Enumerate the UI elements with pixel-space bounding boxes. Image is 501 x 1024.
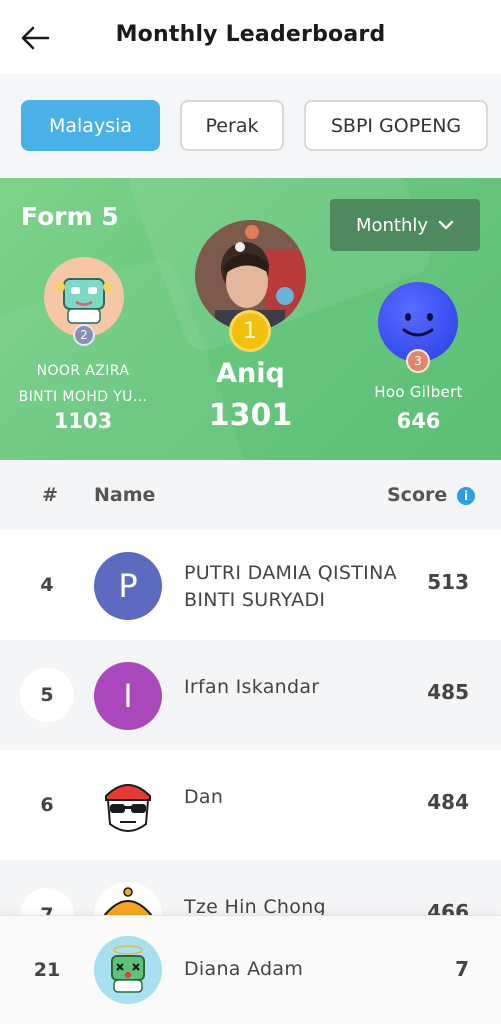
second-place-name: NOOR AZIRA BINTI MOHD YU...	[0, 358, 166, 410]
current-user-rank: 21	[33, 959, 61, 981]
first-place-name: Aniq	[216, 358, 285, 389]
filter-chip-school[interactable]: SBPI GOPENG	[304, 100, 488, 151]
rank-badge-second: 2	[73, 324, 95, 346]
second-place-name-line2: BINTI MOHD YU...	[18, 389, 148, 405]
third-place-name: Hoo Gilbert	[374, 383, 463, 401]
current-user-score: 7	[455, 957, 469, 981]
app-header: Monthly Leaderboard	[0, 0, 501, 74]
table-row[interactable]: 5 I Irfan Iskandar 485	[0, 640, 501, 750]
row-name: Dan	[184, 786, 224, 808]
row-score: 485	[427, 680, 469, 704]
cool-face-avatar-icon	[105, 784, 151, 832]
current-user-row[interactable]: 21 Diana Adam 7	[0, 915, 501, 1024]
column-header-name: Name	[94, 484, 156, 506]
form-label: Form 5	[21, 202, 119, 231]
row-score: 484	[427, 790, 469, 814]
filter-chip-malaysia[interactable]: Malaysia	[21, 100, 160, 151]
second-place-score: 1103	[53, 409, 113, 433]
table-row[interactable]: 6 Dan 484	[0, 750, 501, 860]
dizzy-robot-avatar-icon	[111, 945, 145, 993]
period-dropdown[interactable]: Monthly	[330, 199, 480, 251]
current-user-avatar	[94, 936, 162, 1004]
avatar	[94, 772, 162, 840]
score-info-icon[interactable]: i	[457, 487, 475, 505]
row-name: PUTRI DAMIA QISTINA BINTI SURYADI	[184, 562, 397, 611]
table-header: # Name Score	[0, 460, 501, 530]
filter-chip-perak[interactable]: Perak	[180, 100, 284, 151]
column-header-rank: #	[42, 484, 58, 506]
row-name: Irfan Iskandar	[184, 676, 320, 698]
current-user-name: Diana Adam	[184, 958, 304, 980]
rank-badge-third: 3	[406, 349, 430, 373]
page-title: Monthly Leaderboard	[115, 22, 386, 47]
period-label: Monthly	[355, 214, 429, 236]
column-header-score: Score	[387, 484, 448, 506]
region-filter-bar: Malaysia Perak SBPI GOPENG	[0, 74, 501, 178]
row-score: 513	[427, 570, 469, 594]
third-place-score: 646	[396, 409, 441, 433]
avatar: I	[94, 662, 162, 730]
row-rank: 4	[40, 574, 54, 596]
first-place-score: 1301	[208, 398, 293, 433]
rank-badge-first: 1	[229, 310, 271, 352]
top-three-podium: Form 5 Monthly 2 NOOR AZIRA BINTI MOHD Y…	[0, 178, 501, 460]
table-row[interactable]: 4 P PUTRI DAMIA QISTINA BINTI SURYADI 51…	[0, 530, 501, 640]
chevron-down-icon	[438, 220, 454, 230]
second-place-name-line1: NOOR AZIRA	[36, 363, 130, 379]
row-rank: 6	[40, 794, 54, 816]
avatar: P	[94, 552, 162, 620]
row-rank: 5	[20, 668, 74, 722]
